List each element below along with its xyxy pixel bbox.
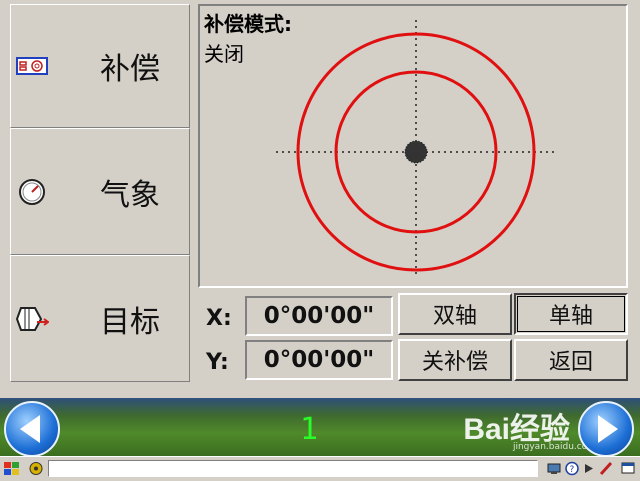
- network-tray-icon[interactable]: [546, 460, 562, 477]
- taskbar: ?: [0, 456, 640, 480]
- arrow-tray-icon[interactable]: [582, 460, 596, 477]
- compensation-display-panel: 补偿模式: 关闭: [198, 4, 628, 288]
- arrow-right-icon: [598, 415, 618, 443]
- sidebar-item-weather[interactable]: 气象: [10, 128, 190, 255]
- app-task-icon[interactable]: [27, 460, 45, 477]
- start-windows-icon[interactable]: [3, 460, 21, 477]
- next-page-button[interactable]: [578, 401, 634, 457]
- target-prism-icon: [15, 302, 49, 336]
- sidebar-item-compensation[interactable]: 补偿: [10, 4, 190, 128]
- help-tray-icon[interactable]: ?: [564, 460, 580, 477]
- compensation-off-button[interactable]: 关补偿: [398, 339, 512, 381]
- sidebar-item-label: 气象: [100, 177, 160, 213]
- sidebar-item-target[interactable]: 目标: [10, 255, 190, 382]
- arrow-left-icon: [20, 415, 40, 443]
- y-label: Y:: [206, 350, 229, 375]
- previous-page-button[interactable]: [4, 401, 60, 457]
- dual-axis-button[interactable]: 双轴: [398, 293, 512, 335]
- gauge-icon: [15, 175, 49, 209]
- app-window: 补偿 气象 目标 补偿模式: 关闭 X: 0°00'00" Y: 0°00'00…: [0, 0, 640, 398]
- back-button[interactable]: 返回: [514, 339, 628, 381]
- taskbar-input-field[interactable]: [48, 460, 538, 477]
- level-indicator-graphic: [276, 20, 556, 276]
- svg-text:?: ?: [570, 465, 575, 475]
- single-axis-button[interactable]: 单轴: [514, 293, 628, 335]
- x-label: X:: [206, 306, 232, 331]
- page-number: 1: [300, 412, 319, 447]
- y-value-field: 0°00'00": [245, 340, 393, 380]
- desktop-tray-icon[interactable]: [620, 460, 636, 477]
- pen-tray-icon[interactable]: [598, 460, 614, 477]
- desktop-background: 1 Bai经验 jingyan.baidu.com: [0, 398, 640, 457]
- compensation-icon: [15, 49, 49, 83]
- sidebar-item-label: 补偿: [100, 52, 160, 87]
- x-value-field: 0°00'00": [245, 296, 393, 336]
- sidebar-item-label: 目标: [100, 304, 160, 340]
